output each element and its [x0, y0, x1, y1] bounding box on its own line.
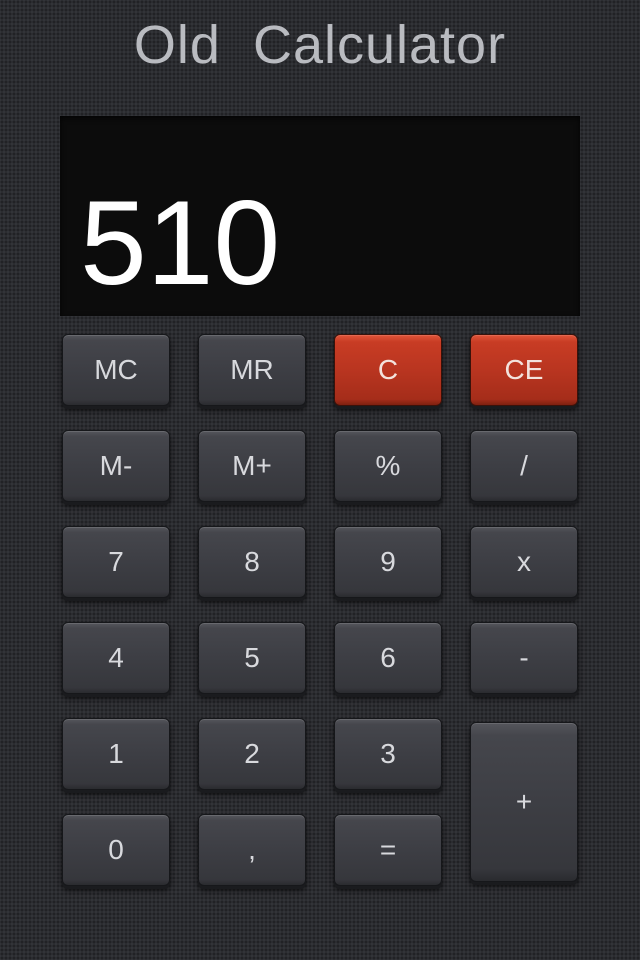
- percent-label: %: [375, 450, 401, 481]
- digit-2-button[interactable]: 2: [198, 718, 306, 790]
- equals-label: =: [379, 834, 397, 865]
- divide-label: /: [520, 450, 528, 481]
- digit-7-label: 7: [108, 546, 124, 577]
- digit-8-label: 8: [244, 546, 260, 577]
- digit-3-label: 3: [380, 738, 396, 769]
- multiply-label: x: [517, 546, 531, 577]
- memory-clear-label: MC: [94, 354, 138, 385]
- memory-subtract-label: M-: [99, 450, 133, 481]
- memory-recall-label: MR: [230, 354, 274, 385]
- add-button[interactable]: +: [470, 722, 578, 882]
- digit-9-label: 9: [380, 546, 396, 577]
- clear-entry-label: CE: [504, 354, 544, 385]
- multiply-button[interactable]: x: [470, 526, 578, 598]
- digit-0-button[interactable]: 0: [62, 814, 170, 886]
- divide-button[interactable]: /: [470, 430, 578, 502]
- digit-1-label: 1: [108, 738, 124, 769]
- digit-5-button[interactable]: 5: [198, 622, 306, 694]
- add-label: +: [515, 786, 533, 817]
- digit-9-button[interactable]: 9: [334, 526, 442, 598]
- clear-button[interactable]: C: [334, 334, 442, 406]
- digit-1-button[interactable]: 1: [62, 718, 170, 790]
- digit-3-button[interactable]: 3: [334, 718, 442, 790]
- decimal-comma-button[interactable]: ,: [198, 814, 306, 886]
- memory-clear-button[interactable]: MC: [62, 334, 170, 406]
- subtract-label: -: [519, 642, 529, 673]
- digit-7-button[interactable]: 7: [62, 526, 170, 598]
- app-title: Old Calculator: [133, 15, 507, 75]
- clear-label: C: [377, 354, 399, 385]
- decimal-comma-label: ,: [248, 834, 256, 865]
- display-value: 510: [80, 176, 281, 310]
- digit-4-button[interactable]: 4: [62, 622, 170, 694]
- memory-recall-button[interactable]: MR: [198, 334, 306, 406]
- digit-4-label: 4: [108, 642, 124, 673]
- memory-add-label: M+: [232, 450, 272, 481]
- digit-6-label: 6: [380, 642, 396, 673]
- calculator-display: 510: [60, 116, 580, 316]
- digit-8-button[interactable]: 8: [198, 526, 306, 598]
- percent-button[interactable]: %: [334, 430, 442, 502]
- memory-subtract-button[interactable]: M-: [62, 430, 170, 502]
- digit-5-label: 5: [244, 642, 260, 673]
- digit-6-button[interactable]: 6: [334, 622, 442, 694]
- memory-add-button[interactable]: M+: [198, 430, 306, 502]
- clear-entry-button[interactable]: CE: [470, 334, 578, 406]
- digit-2-label: 2: [244, 738, 260, 769]
- equals-button[interactable]: =: [334, 814, 442, 886]
- digit-0-label: 0: [108, 834, 124, 865]
- subtract-button[interactable]: -: [470, 622, 578, 694]
